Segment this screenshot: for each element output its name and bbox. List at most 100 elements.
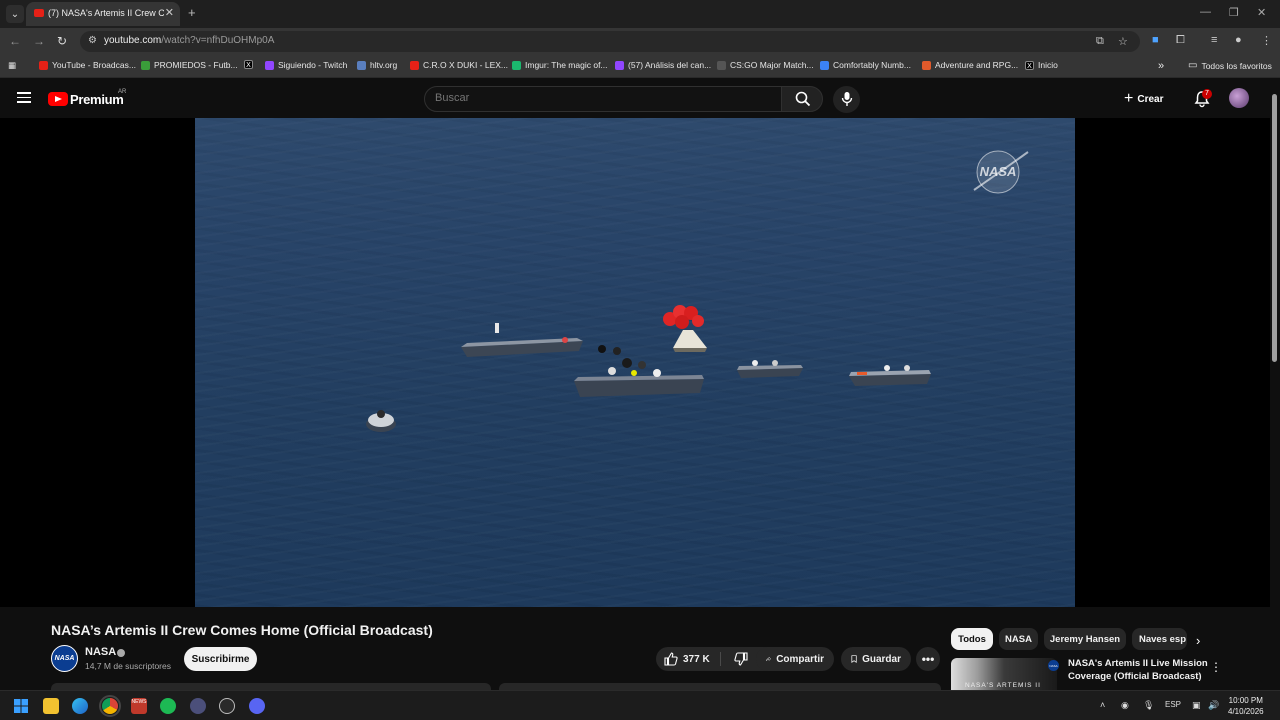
recovery-boat	[849, 365, 931, 386]
bookmark-item[interactable]: Siguiendo - Twitch	[265, 60, 347, 70]
search-button[interactable]	[781, 86, 823, 112]
bookmark-item[interactable]: CS:GO Major Match...	[717, 60, 814, 70]
bookmark-item[interactable]: Comfortably Numb...	[820, 60, 911, 70]
chip-all[interactable]: Todos	[951, 628, 993, 650]
media-controls-icon[interactable]: ≡	[1211, 34, 1217, 46]
forward-icon[interactable]: →	[33, 34, 45, 48]
channel-avatar[interactable]: NASA	[51, 645, 78, 672]
restore-icon[interactable]: ❐	[1229, 6, 1239, 19]
apps-grid-icon[interactable]: ▦	[8, 60, 16, 71]
bookmark-item[interactable]: X Inicio	[1025, 60, 1058, 70]
tab-search-icon[interactable]: ⌄	[6, 5, 24, 23]
save-label: Guardar	[862, 653, 901, 665]
like-button[interactable]: 377 K	[656, 647, 720, 671]
window-close-icon[interactable]: ✕	[1257, 6, 1266, 19]
voice-search-button[interactable]	[833, 86, 860, 113]
close-tab-icon[interactable]: ✕	[165, 6, 174, 19]
more-actions-button[interactable]: •••	[916, 647, 940, 671]
address-bar[interactable]: ⚙ youtube.com/watch?v=nfhDuOHMp0A ⧉ ☆	[80, 31, 1140, 52]
youtube-logo-icon[interactable]	[48, 92, 68, 106]
tab-title: (7) NASA's Artemis II Crew Com	[48, 8, 164, 18]
chrome-icon[interactable]	[99, 695, 121, 717]
browser-menu-icon[interactable]: ⋮	[1261, 34, 1272, 47]
back-icon[interactable]: ←	[9, 34, 21, 48]
discord-icon[interactable]	[249, 698, 265, 714]
region-label: AR	[118, 89, 127, 95]
app-icon[interactable]: NEWS	[131, 698, 147, 714]
recommended-thumbnail[interactable]: NASA'S ARTEMIS II	[951, 658, 1057, 690]
nasa-watermark-logo: NASA	[973, 150, 1029, 194]
steam-icon[interactable]	[219, 698, 235, 714]
install-app-icon[interactable]: ⧉	[1096, 35, 1104, 48]
youtube-icon	[39, 60, 48, 70]
save-button[interactable]: Guardar	[841, 647, 911, 671]
bookmark-item[interactable]: C.R.O X DUKI - LEX...	[410, 60, 508, 70]
volume-icon[interactable]: 🔊	[1208, 700, 1219, 711]
raft-with-swimmer	[366, 410, 396, 432]
share-label: Compartir	[776, 653, 824, 665]
thumbs-down-icon	[734, 652, 748, 666]
bookmark-star-icon[interactable]: ☆	[1118, 35, 1128, 48]
thumbnail-text: NASA'S ARTEMIS II	[965, 682, 1041, 689]
app-icon[interactable]	[190, 698, 206, 714]
recommended-title[interactable]: NASA's Artemis II Live Mission Coverage …	[1068, 657, 1208, 683]
chip-naves[interactable]: Naves esp	[1132, 628, 1187, 650]
bookmarks-bar: ▦ YouTube - Broadcas... PROMIEDOS - Futb…	[0, 55, 1280, 78]
share-button[interactable]: Compartir	[756, 647, 834, 671]
bookmark-icon	[851, 655, 857, 664]
clock[interactable]: 10:00 PM 4/10/2026	[1228, 695, 1264, 717]
svg-text:NASA: NASA	[980, 164, 1017, 179]
x-icon: X	[1025, 60, 1034, 70]
bookmark-item[interactable]: X	[244, 60, 253, 69]
channel-name[interactable]: NASA	[85, 646, 116, 658]
twitch-icon	[615, 60, 624, 70]
microphone-tray-icon[interactable]: 🎙	[1143, 700, 1154, 711]
youtube-premium-label[interactable]: Premium	[70, 92, 124, 107]
bookmark-item[interactable]: (57) Análisis del can...	[615, 60, 711, 70]
profile-icon[interactable]: ●	[1235, 34, 1242, 46]
site-info-icon[interactable]: ⚙	[88, 35, 97, 46]
hltv-icon	[717, 60, 726, 70]
create-button[interactable]: + Crear	[1124, 89, 1176, 109]
bookmark-item[interactable]: PROMIEDOS - Futb...	[141, 60, 238, 70]
edge-icon[interactable]	[72, 698, 88, 714]
language-indicator[interactable]: ESP	[1165, 700, 1181, 709]
dislike-button[interactable]	[721, 647, 761, 671]
subscribe-button[interactable]: Suscribirme	[184, 647, 257, 671]
more-bookmarks-icon[interactable]: »	[1158, 60, 1164, 72]
more-vertical-icon[interactable]: ⋮	[1210, 660, 1222, 674]
create-label: Crear	[1137, 93, 1164, 105]
minimize-icon[interactable]: —	[1200, 6, 1211, 18]
bookmark-item[interactable]: hltv.org	[357, 60, 397, 70]
spotify-icon[interactable]	[160, 698, 176, 714]
chevron-right-icon[interactable]: ›	[1196, 633, 1200, 648]
windows-start-icon[interactable]	[13, 698, 29, 714]
user-avatar[interactable]	[1229, 88, 1249, 108]
bookmark-item[interactable]: Adventure and RPG...	[922, 60, 1018, 70]
scrollbar-thumb[interactable]	[1272, 94, 1277, 362]
x-icon: X	[244, 60, 253, 69]
steam-tray-icon[interactable]: ◉	[1121, 700, 1129, 711]
description-box-edge	[51, 683, 941, 690]
extensions-puzzle-icon[interactable]: ⧠	[1176, 34, 1185, 47]
search-input[interactable]	[435, 92, 765, 104]
reload-icon[interactable]: ↻	[57, 34, 67, 48]
file-explorer-icon[interactable]	[43, 698, 59, 714]
browser-tab-active[interactable]: (7) NASA's Artemis II Crew Com ✕	[26, 2, 180, 26]
bookmark-item[interactable]: Imgur: The magic of...	[512, 60, 608, 70]
hamburger-menu-icon[interactable]	[17, 92, 31, 103]
chip-nasa[interactable]: NASA	[999, 628, 1038, 650]
video-player[interactable]: NASA	[195, 118, 1075, 607]
recovery-boat	[574, 345, 704, 397]
search-box[interactable]	[424, 86, 782, 112]
clock-time: 10:00 PM	[1228, 696, 1263, 705]
extension-icon[interactable]: ■	[1152, 34, 1159, 46]
all-bookmarks-folder[interactable]: ▭ Todos los favoritos	[1188, 60, 1272, 71]
new-tab-icon[interactable]: +	[188, 5, 196, 20]
twitch-icon	[265, 60, 274, 70]
search-icon	[795, 91, 811, 107]
chip-jeremy-hansen[interactable]: Jeremy Hansen	[1044, 628, 1126, 650]
bookmark-item[interactable]: YouTube - Broadcas...	[39, 60, 136, 70]
network-icon[interactable]: ▣	[1192, 700, 1201, 711]
tray-overflow-icon[interactable]: ˄	[1100, 700, 1105, 710]
